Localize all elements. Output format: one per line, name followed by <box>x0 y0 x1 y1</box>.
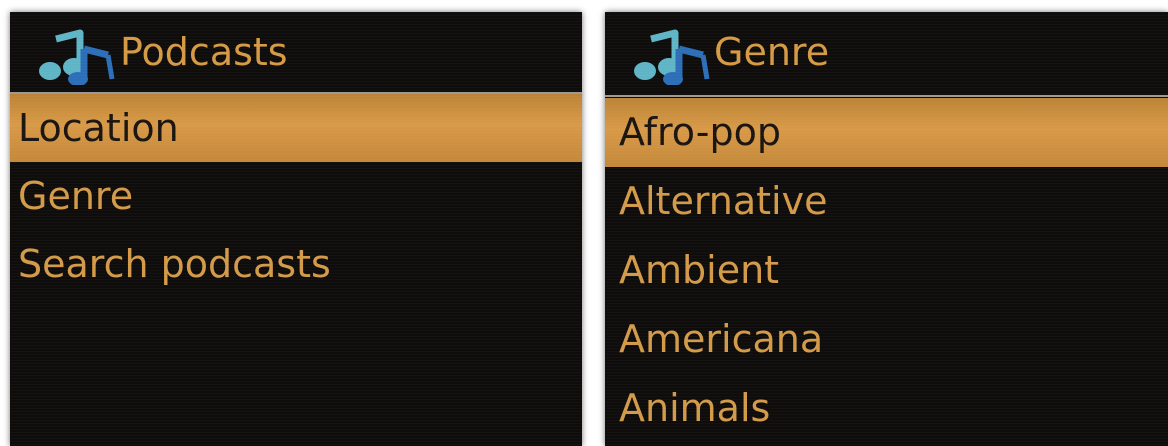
menu-item-animals[interactable]: Animals <box>605 374 1168 443</box>
screenshot-stage: Podcasts Location Genre Search podcasts … <box>0 0 1168 446</box>
podcasts-screen: Podcasts Location Genre Search podcasts <box>10 12 582 446</box>
music-notes-icon <box>634 29 710 85</box>
menu-list: Location Genre Search podcasts <box>10 94 582 298</box>
genre-screen: Genre Afro-pop Alternative Ambient Ameri… <box>605 12 1168 446</box>
menu-item-genre[interactable]: Genre <box>10 162 582 230</box>
page-title: Podcasts <box>120 30 288 74</box>
menu-item-afro-pop[interactable]: Afro-pop <box>605 98 1168 167</box>
header-divider <box>605 95 1168 97</box>
menu-item-americana[interactable]: Americana <box>605 305 1168 374</box>
menu-item-search-podcasts[interactable]: Search podcasts <box>10 230 582 298</box>
menu-item-location[interactable]: Location <box>10 94 582 162</box>
menu-item-ambient[interactable]: Ambient <box>605 236 1168 305</box>
music-notes-icon <box>39 29 115 85</box>
screen-header: Genre <box>605 12 1168 92</box>
menu-list: Afro-pop Alternative Ambient Americana A… <box>605 98 1168 443</box>
page-title: Genre <box>714 30 830 74</box>
menu-item-alternative[interactable]: Alternative <box>605 167 1168 236</box>
screen-header: Podcasts <box>10 12 582 92</box>
